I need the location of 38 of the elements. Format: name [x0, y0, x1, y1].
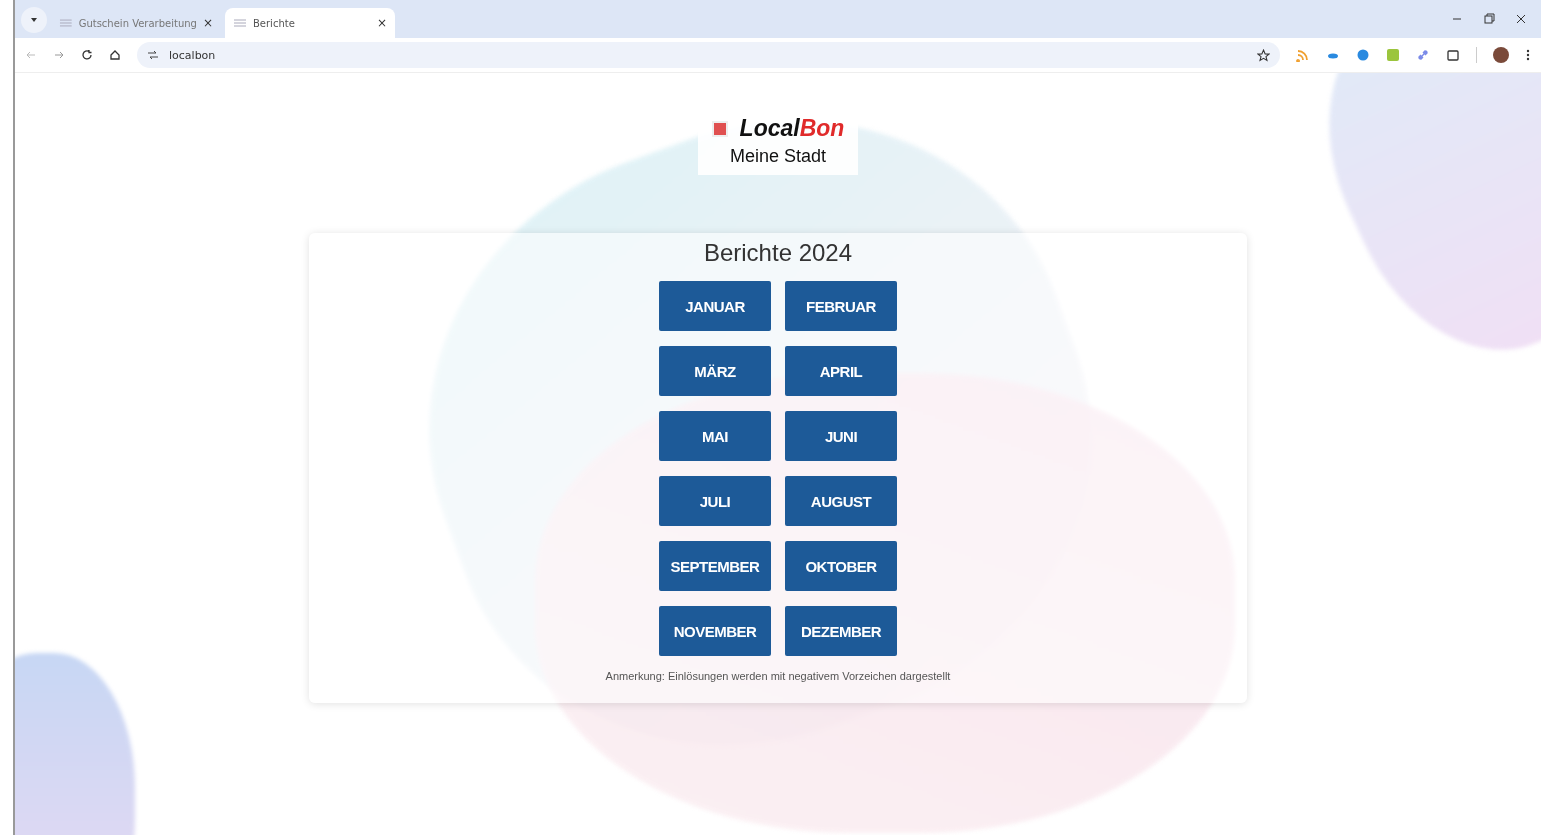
- month-button[interactable]: MÄRZ: [659, 346, 771, 396]
- tab-title: Berichte: [253, 17, 296, 29]
- profile-avatar[interactable]: [1493, 47, 1509, 63]
- browser-tab[interactable]: Gutschein Verarbeitung ×: [51, 8, 221, 38]
- tab-title: Gutschein Verarbeitung: [78, 17, 197, 29]
- month-button[interactable]: OKTOBER: [785, 541, 897, 591]
- report-title: Berichte 2024: [703, 239, 853, 267]
- logo-icon: [711, 120, 728, 137]
- page-icon: [233, 18, 247, 28]
- month-button[interactable]: AUGUST: [785, 476, 897, 526]
- month-button[interactable]: JANUAR: [659, 281, 771, 331]
- month-button[interactable]: APRIL: [785, 346, 897, 396]
- logo: LocalBon: [739, 115, 845, 142]
- month-button[interactable]: JUNI: [785, 411, 897, 461]
- browser-tab[interactable]: Berichte ×: [225, 8, 395, 38]
- circle-icon[interactable]: [1356, 48, 1370, 62]
- page-icon: [59, 18, 73, 28]
- month-button[interactable]: DEZEMBER: [785, 606, 897, 656]
- tab-close-button[interactable]: ×: [202, 16, 213, 30]
- forward-icon[interactable]: [53, 49, 65, 61]
- tab-close-button[interactable]: ×: [376, 16, 387, 30]
- restore-icon[interactable]: [1483, 13, 1495, 25]
- site-settings-icon[interactable]: [147, 49, 159, 61]
- month-button[interactable]: FEBRUAR: [785, 281, 897, 331]
- month-button[interactable]: NOVEMBER: [659, 606, 771, 656]
- month-button[interactable]: MAI: [659, 411, 771, 461]
- month-button[interactable]: SEPTEMBER: [659, 541, 771, 591]
- link-icon[interactable]: [1416, 48, 1430, 62]
- city-name: Meine Stadt: [729, 146, 826, 167]
- menu-icon[interactable]: [1525, 48, 1531, 62]
- home-icon[interactable]: [109, 49, 121, 61]
- close-icon[interactable]: [1515, 13, 1527, 25]
- note-text: Anmerkung: Einlösungen werden mit negativem Vorzeichen dargestellt: [605, 670, 951, 682]
- month-button[interactable]: JULI: [659, 476, 771, 526]
- address-bar[interactable]: localbon: [137, 42, 1280, 68]
- star-icon[interactable]: [1257, 48, 1270, 62]
- reload-icon[interactable]: [81, 49, 93, 61]
- extensions-icon[interactable]: [1446, 48, 1460, 62]
